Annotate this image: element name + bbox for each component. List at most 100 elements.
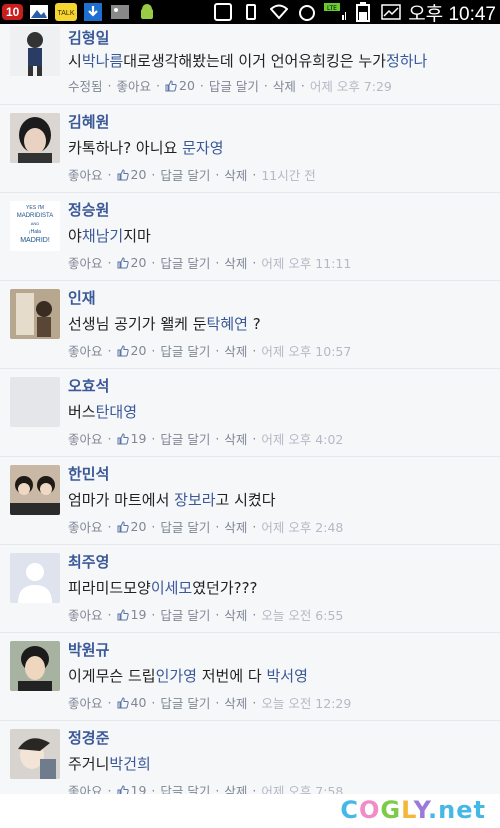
- like-count[interactable]: 20: [131, 519, 147, 534]
- commenter-name[interactable]: 박원규: [68, 639, 109, 660]
- delete-link[interactable]: 삭제: [224, 341, 247, 360]
- comment-item: 박원규 이게무슨 드립인가영 저번에 다 박서영 좋아요 · 40 · 답글 달기 ·…: [0, 633, 500, 721]
- thumbs-up-icon: [117, 520, 129, 532]
- delete-link[interactable]: 삭제: [224, 517, 247, 536]
- delete-link[interactable]: 삭제: [224, 605, 247, 624]
- tagged-name[interactable]: 문자영: [182, 139, 223, 157]
- tagged-name[interactable]: 채남기: [82, 227, 123, 245]
- comment-item: 인재 선생님 공기가 왤케 둔탁혜연 ? 좋아요 · 20 · 답글 달기 · 삭제 ·…: [0, 281, 500, 369]
- tagged-name[interactable]: 장보라: [174, 491, 215, 509]
- tagged-name[interactable]: 박나름: [82, 52, 123, 70]
- like-count[interactable]: 20: [131, 255, 147, 270]
- commenter-name[interactable]: 정승원: [68, 199, 109, 220]
- reply-link[interactable]: 답글 달기: [209, 76, 259, 95]
- tagged-name[interactable]: 인가영: [156, 667, 197, 685]
- commenter-name[interactable]: 김혜원: [68, 111, 109, 132]
- avatar[interactable]: YES I'M MADRIDISTA AND ¡Hala MADRID!: [10, 201, 60, 251]
- tagged-name[interactable]: 박건희: [109, 755, 150, 773]
- like-count[interactable]: 20: [179, 78, 195, 93]
- thumbs-up-icon: [117, 784, 129, 794]
- tagged-name[interactable]: 탁혜연: [207, 315, 248, 333]
- thumbs-up-icon: [117, 432, 129, 444]
- battery-icon: [352, 2, 374, 22]
- reply-link[interactable]: 답글 달기: [160, 165, 210, 184]
- tagged-name[interactable]: 정하나: [386, 52, 427, 70]
- comment-item: 최주영 피라미드모양이세모였던가??? 좋아요 · 19 · 답글 달기 · 삭제 · …: [0, 545, 500, 633]
- delete-link[interactable]: 삭제: [224, 165, 247, 184]
- tagged-name[interactable]: 이세모: [151, 579, 192, 597]
- commenter-name[interactable]: 오효석: [68, 375, 109, 396]
- reply-link[interactable]: 답글 달기: [160, 781, 210, 794]
- thumbs-up-icon: [117, 256, 129, 268]
- timestamp: 오늘 오전 6:55: [261, 608, 344, 623]
- comment-text: 주거니박건희: [68, 755, 151, 773]
- like-link[interactable]: 좋아요: [68, 517, 103, 536]
- like-link[interactable]: 좋아요: [68, 605, 103, 624]
- nfc-icon: [212, 3, 234, 21]
- lte-signal-icon: LTE: [324, 3, 347, 21]
- commenter-name[interactable]: 최주영: [68, 551, 109, 572]
- like-count[interactable]: 40: [131, 695, 147, 710]
- avatar[interactable]: [10, 729, 60, 779]
- comment-text: 시박나름대로생각해봤는데 이거 언어유희킹은 누가정하나: [68, 52, 428, 70]
- like-link[interactable]: 좋아요: [68, 429, 103, 448]
- comment-meta: 좋아요 · 20 · 답글 달기 · 삭제 · 어제 오후 2:48: [68, 517, 344, 536]
- comment-text: 이게무슨 드립인가영 저번에 다 박서영: [68, 667, 308, 685]
- like-count[interactable]: 19: [131, 783, 147, 794]
- svg-text:TALK: TALK: [58, 10, 75, 17]
- comment-meta: 좋아요 · 20 · 답글 달기 · 삭제 · 어제 오후 10:57: [68, 341, 352, 360]
- avatar[interactable]: [10, 553, 60, 603]
- like-count[interactable]: 19: [131, 431, 147, 446]
- comment-meta: 좋아요 · 19 · 답글 달기 · 삭제 · 어제 오후 7:58: [68, 781, 343, 794]
- delete-link[interactable]: 삭제: [224, 693, 247, 712]
- timestamp: 어제 오후 11:11: [261, 256, 352, 271]
- timestamp: 11시간 전: [261, 168, 316, 183]
- delete-link[interactable]: 삭제: [224, 429, 247, 448]
- like-link[interactable]: 좋아요: [117, 76, 152, 95]
- like-count[interactable]: 20: [131, 343, 147, 358]
- edited-label[interactable]: 수정됨: [68, 76, 103, 95]
- thumbs-up-icon: [117, 696, 129, 708]
- delete-link[interactable]: 삭제: [273, 76, 296, 95]
- avatar[interactable]: [10, 377, 60, 427]
- comment-item: 정경준 주거니박건희 좋아요 · 19 · 답글 달기 · 삭제 · 어제 오후 7:5…: [0, 721, 500, 794]
- reply-link[interactable]: 답글 달기: [160, 341, 210, 360]
- like-count[interactable]: 19: [131, 607, 147, 622]
- thumbs-up-icon: [117, 344, 129, 356]
- svg-text:AND: AND: [31, 221, 40, 226]
- timestamp: 어제 오후 7:58: [261, 784, 344, 794]
- commenter-name[interactable]: 정경준: [68, 727, 109, 748]
- commenter-name[interactable]: 김형일: [68, 27, 109, 48]
- like-link[interactable]: 좋아요: [68, 781, 103, 794]
- commenter-name[interactable]: 한민석: [68, 463, 109, 484]
- svg-text:¡Hala: ¡Hala: [29, 229, 41, 235]
- image-icon: [109, 3, 131, 21]
- timestamp: 어제 오후 2:48: [261, 520, 344, 535]
- avatar[interactable]: [10, 289, 60, 339]
- like-link[interactable]: 좋아요: [68, 341, 103, 360]
- delete-link[interactable]: 삭제: [224, 253, 247, 272]
- avatar[interactable]: [10, 113, 60, 163]
- reply-link[interactable]: 답글 달기: [160, 253, 210, 272]
- reply-link[interactable]: 답글 달기: [160, 693, 210, 712]
- avatar[interactable]: [10, 26, 60, 76]
- like-link[interactable]: 좋아요: [68, 165, 103, 184]
- reply-link[interactable]: 답글 달기: [160, 605, 210, 624]
- avatar[interactable]: [10, 641, 60, 691]
- like-count[interactable]: 20: [131, 167, 147, 182]
- tagged-name[interactable]: 박서영: [267, 667, 308, 685]
- comment-text: 피라미드모양이세모였던가???: [68, 579, 258, 597]
- comment-item: 오효석 버스탄대영 좋아요 · 19 · 답글 달기 · 삭제 · 어제 오후 4:02: [0, 369, 500, 457]
- like-link[interactable]: 좋아요: [68, 693, 103, 712]
- comment-item: 김형일 시박나름대로생각해봤는데 이거 언어유희킹은 누가정하나 수정됨 · 좋아…: [0, 24, 500, 105]
- avatar[interactable]: [10, 465, 60, 515]
- reply-link[interactable]: 답글 달기: [160, 517, 210, 536]
- like-link[interactable]: 좋아요: [68, 253, 103, 272]
- commenter-name[interactable]: 인재: [68, 287, 96, 308]
- alarm-icon: [296, 3, 318, 21]
- comment-list: 김형일 시박나름대로생각해봤는데 이거 언어유희킹은 누가정하나 수정됨 · 좋아…: [0, 24, 500, 794]
- delete-link[interactable]: 삭제: [224, 781, 247, 794]
- reply-link[interactable]: 답글 달기: [160, 429, 210, 448]
- comment-meta: 좋아요 · 20 · 답글 달기 · 삭제 · 어제 오후 11:11: [68, 253, 352, 272]
- tagged-name[interactable]: 탄대영: [96, 403, 137, 421]
